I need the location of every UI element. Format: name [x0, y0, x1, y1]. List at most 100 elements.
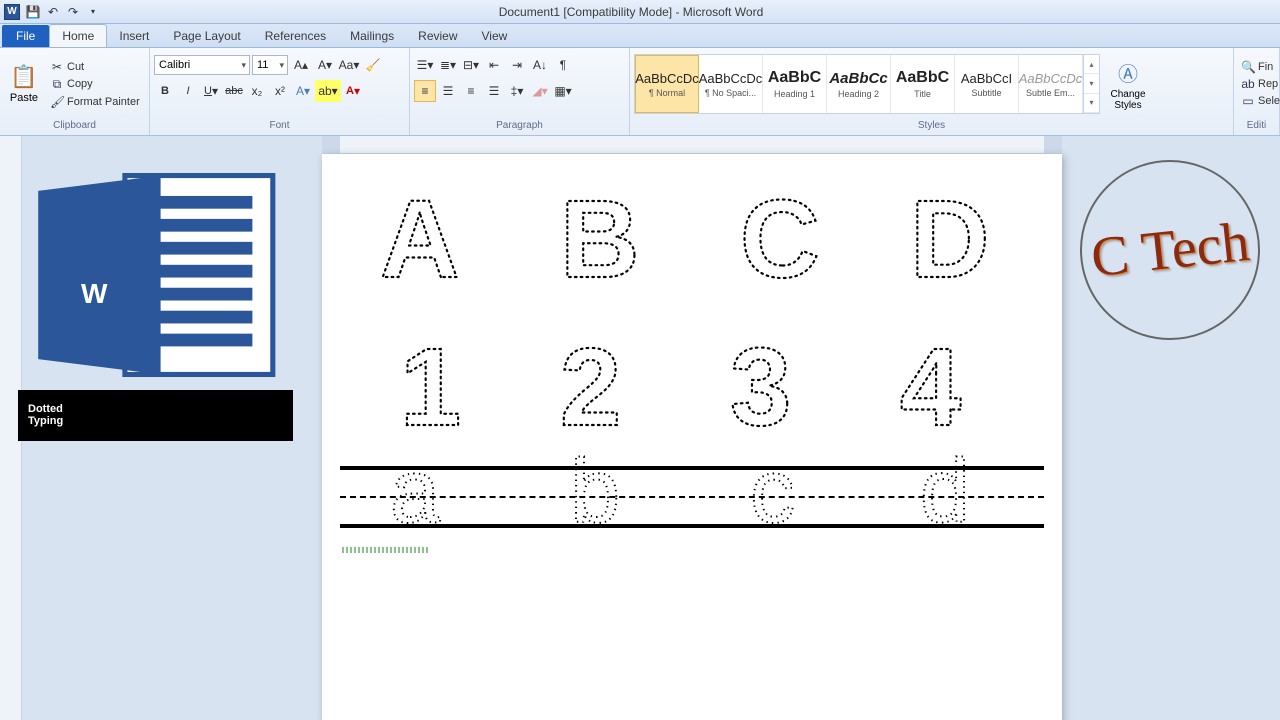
- document-page[interactable]: A B C D 1 2 3 4 a b c d: [322, 154, 1062, 720]
- highlight-icon[interactable]: ab▾: [315, 80, 341, 102]
- undo-icon[interactable]: ↶: [44, 3, 62, 21]
- paste-button[interactable]: 📋 Paste: [4, 52, 44, 116]
- title-overlay: Dotted Typing: [18, 390, 293, 441]
- borders-icon[interactable]: ▦▾: [552, 80, 574, 102]
- style-subtle-em[interactable]: AaBbCcDcSubtle Em...: [1019, 55, 1083, 113]
- svg-text:A: A: [380, 178, 459, 301]
- align-center-icon[interactable]: ☰: [437, 80, 459, 102]
- svg-text:C: C: [740, 178, 819, 301]
- svg-text:d: d: [920, 442, 970, 540]
- word-logo-overlay: W: [28, 160, 283, 390]
- svg-text:a: a: [390, 442, 441, 540]
- style-nospacing[interactable]: AaBbCcDc¶ No Spaci...: [699, 55, 763, 113]
- indent-dec-icon[interactable]: ⇤: [483, 54, 505, 76]
- svg-text:c: c: [750, 442, 795, 540]
- change-styles-button[interactable]: Ⓐ Change Styles: [1103, 52, 1153, 116]
- clipboard-label: Clipboard: [4, 118, 145, 133]
- group-clipboard: 📋 Paste ✂Cut ⧉Copy 🖌Format Painter Clipb…: [0, 48, 150, 135]
- cut-icon: ✂: [50, 60, 64, 74]
- copy-button[interactable]: ⧉Copy: [47, 76, 143, 93]
- style-heading2[interactable]: AaBbCcHeading 2: [827, 55, 891, 113]
- title-bar: W 💾 ↶ ↷ ▾ Document1 [Compatibility Mode]…: [0, 0, 1280, 24]
- change-styles-icon: Ⓐ: [1118, 58, 1138, 87]
- tab-file[interactable]: File: [2, 25, 49, 47]
- font-label: Font: [154, 118, 405, 133]
- styles-label: Styles: [634, 118, 1229, 133]
- group-paragraph: ☰▾ ≣▾ ⊟▾ ⇤ ⇥ A↓ ¶ ≡ ☰ ≡ ☰ ‡▾ ◢▾ ▦▾ Parag…: [410, 48, 630, 135]
- shrink-font-icon[interactable]: A▾: [314, 54, 336, 76]
- find-button[interactable]: 🔍Fin: [1238, 59, 1280, 75]
- find-icon: 🔍: [1241, 60, 1255, 74]
- sort-icon[interactable]: A↓: [529, 54, 551, 76]
- tab-insert[interactable]: Insert: [107, 25, 161, 47]
- styles-gallery[interactable]: AaBbCcDc¶ Normal AaBbCcDc¶ No Spaci... A…: [634, 54, 1100, 114]
- channel-logo-overlay: C Tech: [1080, 160, 1260, 340]
- window-title: Document1 [Compatibility Mode] - Microso…: [102, 5, 1160, 19]
- app-icon: W: [4, 4, 20, 20]
- dotted-lowercase-row: a b c d: [340, 430, 1040, 540]
- tab-view[interactable]: View: [470, 25, 520, 47]
- styles-more[interactable]: ▴▾▾: [1083, 55, 1099, 113]
- cut-button[interactable]: ✂Cut: [47, 59, 143, 75]
- align-right-icon[interactable]: ≡: [460, 80, 482, 102]
- svg-text:b: b: [570, 442, 620, 540]
- tab-references[interactable]: References: [253, 25, 338, 47]
- group-styles: AaBbCcDc¶ Normal AaBbCcDc¶ No Spaci... A…: [630, 48, 1234, 135]
- bullets-icon[interactable]: ☰▾: [414, 54, 436, 76]
- tab-review[interactable]: Review: [406, 25, 469, 47]
- italic-button[interactable]: I: [177, 80, 199, 102]
- font-size-combo[interactable]: 11: [252, 55, 288, 75]
- style-normal[interactable]: AaBbCcDc¶ Normal: [635, 55, 699, 113]
- save-icon[interactable]: 💾: [24, 3, 42, 21]
- clear-format-icon[interactable]: 🧹: [362, 54, 384, 76]
- ribbon-tabs: File Home Insert Page Layout References …: [0, 24, 1280, 48]
- group-editing: 🔍Fin abRep ▭Sele Editi: [1234, 48, 1280, 135]
- svg-text:W: W: [81, 278, 108, 309]
- shading-icon[interactable]: ◢▾: [529, 80, 551, 102]
- indent-inc-icon[interactable]: ⇥: [506, 54, 528, 76]
- dotted-letters-row: A B C D: [340, 162, 1040, 302]
- paste-label: Paste: [10, 92, 38, 104]
- group-font: Calibri 11 A▴ A▾ Aa▾ 🧹 B I U▾ abc x₂ x² …: [150, 48, 410, 135]
- subscript-button[interactable]: x₂: [246, 80, 268, 102]
- replace-button[interactable]: abRep: [1238, 76, 1280, 92]
- brush-icon: 🖌: [50, 95, 64, 109]
- text-effects-icon[interactable]: A▾: [292, 80, 314, 102]
- paragraph-label: Paragraph: [414, 118, 625, 133]
- tab-home[interactable]: Home: [49, 24, 107, 47]
- paste-icon: 📋: [10, 64, 37, 90]
- svg-text:D: D: [910, 178, 989, 301]
- change-case-icon[interactable]: Aa▾: [338, 54, 360, 76]
- tab-mailings[interactable]: Mailings: [338, 25, 406, 47]
- horizontal-ruler[interactable]: [322, 136, 1062, 154]
- svg-text:B: B: [560, 178, 639, 301]
- superscript-button[interactable]: x²: [269, 80, 291, 102]
- format-painter-button[interactable]: 🖌Format Painter: [47, 94, 143, 110]
- font-color-icon[interactable]: A▾: [342, 80, 364, 102]
- replace-icon: ab: [1241, 77, 1255, 91]
- qat-more-icon[interactable]: ▾: [84, 3, 102, 21]
- multilevel-icon[interactable]: ⊟▾: [460, 54, 482, 76]
- tab-pagelayout[interactable]: Page Layout: [161, 25, 252, 47]
- numbering-icon[interactable]: ≣▾: [437, 54, 459, 76]
- copy-icon: ⧉: [50, 77, 64, 92]
- align-left-icon[interactable]: ≡: [414, 80, 436, 102]
- style-subtitle[interactable]: AaBbCcISubtitle: [955, 55, 1019, 113]
- redo-icon[interactable]: ↷: [64, 3, 82, 21]
- strike-button[interactable]: abc: [223, 80, 245, 102]
- font-name-combo[interactable]: Calibri: [154, 55, 250, 75]
- writing-lines: a b c d: [340, 466, 1044, 543]
- select-button[interactable]: ▭Sele: [1238, 93, 1280, 109]
- underline-button[interactable]: U▾: [200, 80, 222, 102]
- ribbon: 📋 Paste ✂Cut ⧉Copy 🖌Format Painter Clipb…: [0, 48, 1280, 136]
- justify-icon[interactable]: ☰: [483, 80, 505, 102]
- bold-button[interactable]: B: [154, 80, 176, 102]
- grow-font-icon[interactable]: A▴: [290, 54, 312, 76]
- style-title[interactable]: AaBbCTitle: [891, 55, 955, 113]
- style-heading1[interactable]: AaBbCHeading 1: [763, 55, 827, 113]
- select-icon: ▭: [1241, 94, 1255, 108]
- line-spacing-icon[interactable]: ‡▾: [506, 80, 528, 102]
- quick-access-toolbar: 💾 ↶ ↷ ▾: [24, 3, 102, 21]
- spellcheck-squiggle: [340, 547, 430, 553]
- show-marks-icon[interactable]: ¶: [552, 54, 574, 76]
